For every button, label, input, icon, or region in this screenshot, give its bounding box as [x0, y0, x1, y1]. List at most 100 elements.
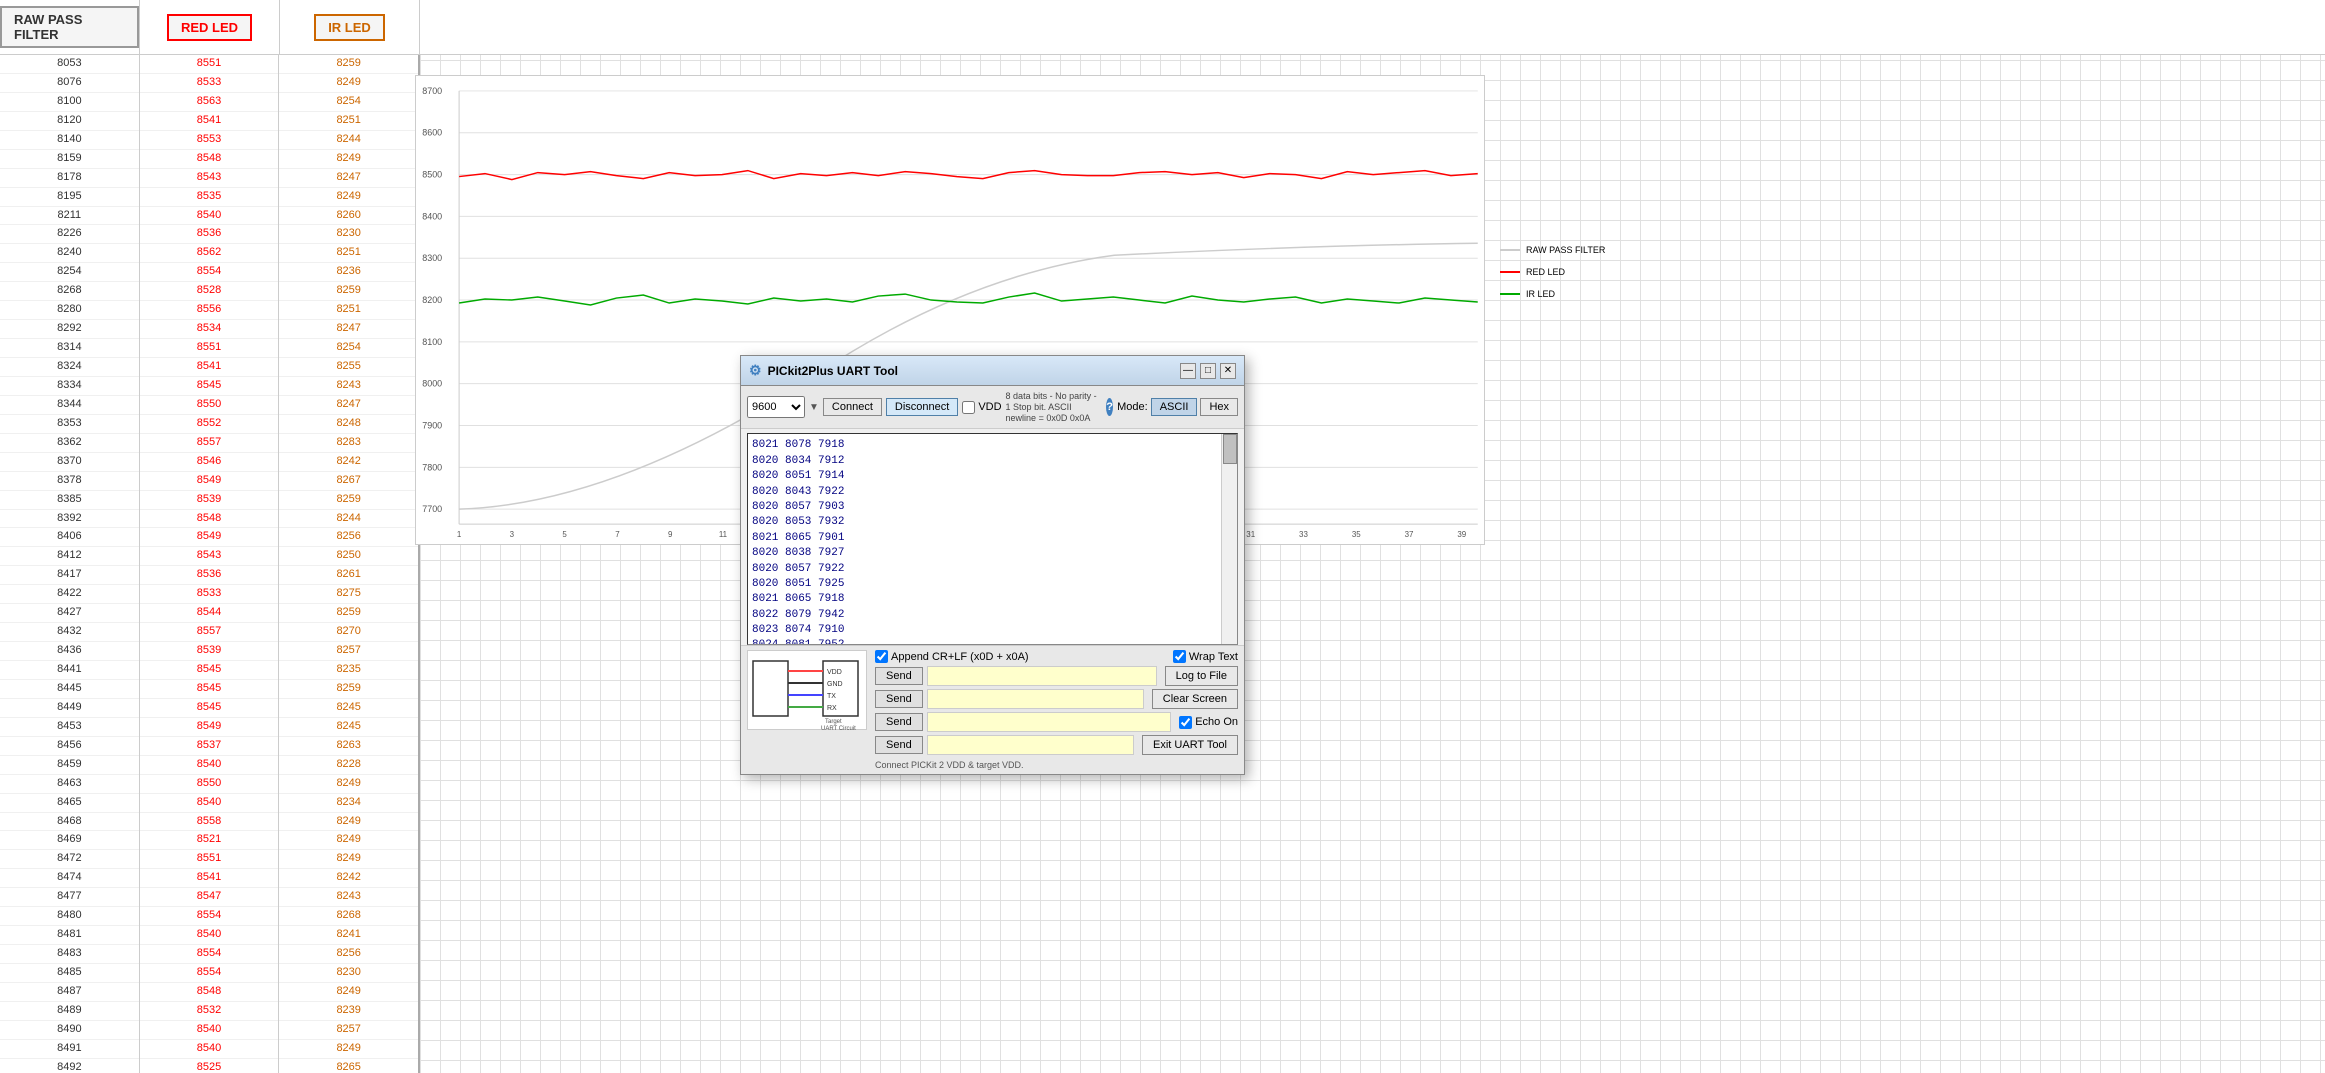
vdd-checkbox[interactable] [962, 401, 975, 414]
raw-value: 8120 [0, 112, 139, 131]
circuit-row: VDD GND TX RX Target UART Circuit Append… [747, 650, 1238, 770]
svg-text:31: 31 [1246, 530, 1255, 539]
svg-text:7: 7 [615, 530, 620, 539]
red-value: 8541 [140, 869, 279, 888]
minimize-button[interactable]: — [1180, 363, 1196, 379]
macro-input-4[interactable] [927, 735, 1134, 755]
ir-value: 8283 [279, 434, 418, 453]
data-line: 8022 8079 7942 [752, 608, 1215, 623]
ascii-mode-button[interactable]: ASCII [1151, 398, 1198, 416]
red-value: 8540 [140, 926, 279, 945]
raw-value: 8480 [0, 907, 139, 926]
send-button-3[interactable]: Send [875, 713, 923, 731]
macro-input-2[interactable] [927, 689, 1144, 709]
ir-value: 8249 [279, 150, 418, 169]
info-text: 8 data bits - No parity - 1 Stop bit. AS… [1006, 391, 1103, 423]
log-to-file-button[interactable]: Log to File [1165, 666, 1238, 686]
data-line: 8020 8034 7912 [752, 454, 1215, 469]
red-value: 8540 [140, 1021, 279, 1040]
ir-value: 8263 [279, 737, 418, 756]
circuit-info-text: Connect PICKit 2 VDD & target VDD. [875, 760, 1238, 770]
red-value: 8547 [140, 888, 279, 907]
close-button[interactable]: ✕ [1220, 363, 1236, 379]
red-value: 8539 [140, 642, 279, 661]
svg-text:11: 11 [719, 530, 728, 539]
echo-on-label[interactable]: Echo On [1179, 716, 1238, 729]
send-button-1[interactable]: Send [875, 667, 923, 685]
data-output-area: 8021 8078 79188020 8034 79128020 8051 79… [747, 433, 1238, 645]
wrap-text-checkbox[interactable] [1173, 650, 1186, 663]
raw-value: 8392 [0, 510, 139, 529]
red-value: 8533 [140, 585, 279, 604]
ir-value: 8236 [279, 263, 418, 282]
maximize-button[interactable]: □ [1200, 363, 1216, 379]
ir-value: 8243 [279, 377, 418, 396]
macro-input-1[interactable] [927, 666, 1157, 686]
raw-value: 8314 [0, 339, 139, 358]
ir-value: 8250 [279, 547, 418, 566]
raw-value: 8445 [0, 680, 139, 699]
exit-uart-button[interactable]: Exit UART Tool [1142, 735, 1238, 755]
data-line: 8020 8057 7922 [752, 562, 1215, 577]
append-crlf-label[interactable]: Append CR+LF (x0D + x0A) [875, 650, 1029, 663]
send-button-4[interactable]: Send [875, 736, 923, 754]
raw-value: 8280 [0, 301, 139, 320]
clear-screen-button[interactable]: Clear Screen [1152, 689, 1238, 709]
send-button-2[interactable]: Send [875, 690, 923, 708]
raw-value: 8449 [0, 699, 139, 718]
uart-dialog: ⚙ PICkit2Plus UART Tool — □ ✕ 9600 19200… [740, 355, 1245, 775]
svg-text:8100: 8100 [422, 337, 442, 347]
ir-value: 8247 [279, 396, 418, 415]
svg-text:7900: 7900 [422, 420, 442, 430]
vertical-scrollbar[interactable] [1221, 434, 1237, 644]
red-value: 8548 [140, 150, 279, 169]
red-value: 8536 [140, 566, 279, 585]
ir-value: 8251 [279, 112, 418, 131]
ir-value: 8259 [279, 55, 418, 74]
red-value: 8554 [140, 907, 279, 926]
baud-rate-select[interactable]: 9600 19200 38400 57600 115200 [747, 396, 805, 418]
data-line: 8020 8051 7914 [752, 469, 1215, 484]
connect-button[interactable]: Connect [823, 398, 882, 416]
data-line: 8021 8078 7918 [752, 438, 1215, 453]
red-value: 8539 [140, 491, 279, 510]
red-value: 8528 [140, 282, 279, 301]
svg-text:8000: 8000 [422, 379, 442, 389]
ir-value: 8242 [279, 869, 418, 888]
scrollbar-thumb[interactable] [1223, 434, 1237, 464]
ir-value: 8243 [279, 888, 418, 907]
help-icon[interactable]: ? [1106, 398, 1113, 416]
red-value: 8545 [140, 377, 279, 396]
dialog-bottom-panel: VDD GND TX RX Target UART Circuit Append… [741, 645, 1244, 774]
dialog-controls: — □ ✕ [1180, 363, 1236, 379]
append-crlf-checkbox[interactable] [875, 650, 888, 663]
svg-text:7700: 7700 [422, 504, 442, 514]
ir-value: 8242 [279, 453, 418, 472]
hex-mode-button[interactable]: Hex [1200, 398, 1238, 416]
circuit-diagram: VDD GND TX RX Target UART Circuit [747, 650, 867, 730]
raw-value: 8469 [0, 831, 139, 850]
red-value: 8550 [140, 775, 279, 794]
ir-header-cell: IR LED [280, 0, 420, 54]
raw-value: 8489 [0, 1002, 139, 1021]
vdd-checkbox-label[interactable]: VDD [962, 401, 1001, 414]
data-line: 8021 8065 7918 [752, 592, 1215, 607]
raw-value: 8100 [0, 93, 139, 112]
raw-value: 8178 [0, 169, 139, 188]
red-value: 8553 [140, 131, 279, 150]
svg-text:7800: 7800 [422, 462, 442, 472]
wrap-text-label[interactable]: Wrap Text [1173, 650, 1238, 663]
ir-value: 8239 [279, 1002, 418, 1021]
raw-value: 8436 [0, 642, 139, 661]
disconnect-button[interactable]: Disconnect [886, 398, 958, 416]
macro-input-3[interactable] [927, 712, 1171, 732]
echo-on-checkbox[interactable] [1179, 716, 1192, 729]
macros-area: Append CR+LF (x0D + x0A) Wrap Text Send … [875, 650, 1238, 770]
svg-text:8300: 8300 [422, 253, 442, 263]
raw-value: 8378 [0, 472, 139, 491]
red-value: 8548 [140, 510, 279, 529]
svg-text:8400: 8400 [422, 211, 442, 221]
ir-value: 8267 [279, 472, 418, 491]
red-value: 8545 [140, 661, 279, 680]
ir-value: 8275 [279, 585, 418, 604]
